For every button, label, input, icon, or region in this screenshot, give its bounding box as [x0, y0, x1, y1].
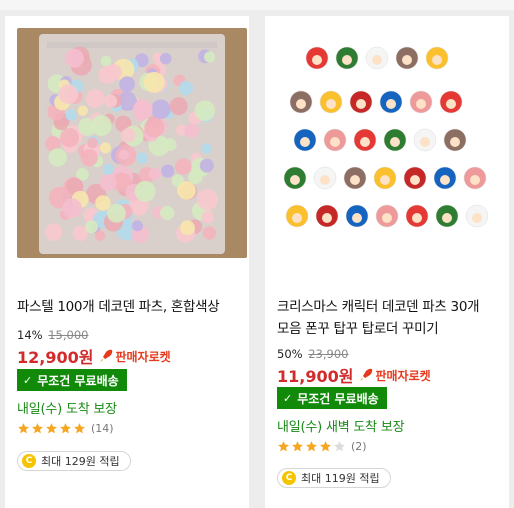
coin-icon: C — [282, 471, 296, 485]
seller-rocket-badge: 판매자로켓 — [99, 348, 171, 365]
product-title[interactable]: 파스텔 100개 데코덴 파츠, 혼합색상 — [17, 296, 220, 318]
star-filled-icon — [306, 441, 317, 452]
christmas-charms-photo — [277, 28, 507, 258]
discount-info: 50% 23,900 — [277, 347, 348, 361]
review-count: (14) — [91, 422, 114, 435]
star-filled-icon — [74, 423, 85, 434]
badge-label: 무조건 무료배송 — [297, 391, 379, 406]
price-row: 11,900원 판매자로켓 — [277, 363, 431, 387]
rocket-label: 판매자로켓 — [115, 349, 171, 364]
product-card[interactable]: 크리스마스 캐릭터 데코덴 파츠 30개 모음 폰꾸 탑꾸 탑로더 꾸미기 50… — [265, 16, 509, 508]
product-title-line2[interactable]: 모음 폰꾸 탑꾸 탑로더 꾸미기 — [277, 318, 439, 340]
delivery-guarantee: 내일(수) 도착 보장 — [17, 402, 117, 417]
rating-stars: (14) — [17, 422, 114, 435]
points-label: 최대 129원 적립 — [41, 455, 120, 468]
sale-price: 12,900원 — [17, 348, 94, 367]
discount-rate: 50% — [277, 347, 303, 361]
pastel-parts-bag-photo — [17, 28, 247, 258]
original-price: 15,000 — [48, 328, 89, 342]
star-empty-icon — [334, 441, 345, 452]
rocket-icon — [360, 368, 373, 381]
check-icon: ✓ — [283, 391, 293, 405]
top-strip — [0, 0, 514, 10]
star-filled-icon — [18, 423, 29, 434]
product-image[interactable] — [277, 28, 507, 258]
star-filled-icon — [60, 423, 71, 434]
product-card[interactable]: 파스텔 100개 데코덴 파츠, 혼합색상 14% 15,000 12,900원… — [5, 16, 249, 508]
discount-rate: 14% — [17, 328, 43, 342]
badge-label: 무조건 무료배송 — [37, 373, 119, 388]
free-shipping-badge: ✓ 무조건 무료배송 — [277, 387, 387, 409]
delivery-guarantee: 내일(수) 새벽 도착 보장 — [277, 420, 405, 435]
star-filled-icon — [46, 423, 57, 434]
original-price: 23,900 — [308, 347, 349, 361]
rating-stars: (2) — [277, 440, 367, 453]
rocket-icon — [100, 349, 113, 362]
product-image[interactable] — [17, 28, 247, 258]
points-pill: C 최대 129원 적립 — [17, 451, 131, 471]
review-count: (2) — [351, 440, 367, 453]
star-filled-icon — [32, 423, 43, 434]
points-label: 최대 119원 적립 — [301, 472, 380, 485]
star-filled-icon — [278, 441, 289, 452]
star-filled-icon — [320, 441, 331, 452]
product-title[interactable]: 크리스마스 캐릭터 데코덴 파츠 30개 — [277, 296, 480, 318]
free-shipping-badge: ✓ 무조건 무료배송 — [17, 369, 127, 391]
sale-price: 11,900원 — [277, 367, 354, 386]
discount-info: 14% 15,000 — [17, 328, 88, 342]
coin-icon: C — [22, 454, 36, 468]
price-row: 12,900원 판매자로켓 — [17, 344, 171, 368]
points-pill: C 최대 119원 적립 — [277, 468, 391, 488]
rocket-label: 판매자로켓 — [375, 368, 431, 383]
check-icon: ✓ — [23, 373, 33, 387]
seller-rocket-badge: 판매자로켓 — [359, 367, 431, 384]
star-filled-icon — [292, 441, 303, 452]
